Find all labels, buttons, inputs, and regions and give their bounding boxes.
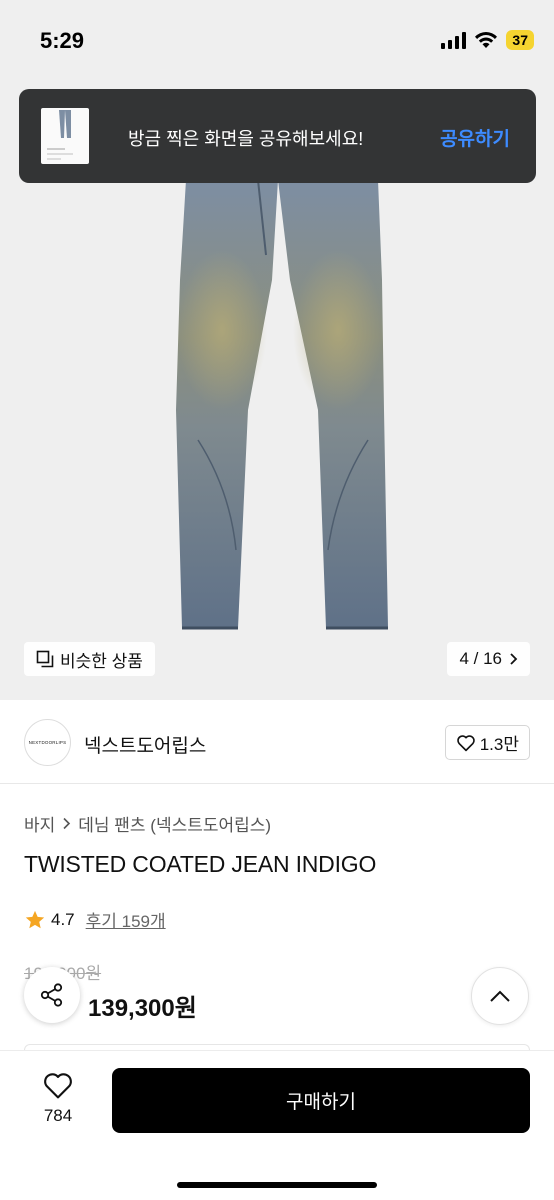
share-toast: 방금 찍은 화면을 공유해보세요! 공유하기 — [19, 89, 536, 183]
status-time: 5:29 — [40, 28, 85, 53]
brand-like-count: 1.3만 — [479, 735, 519, 754]
rating-score: 4.7 — [51, 909, 75, 929]
similar-icon — [36, 650, 54, 668]
wifi-icon — [475, 31, 498, 48]
breadcrumb-subcategory[interactable]: 데님 팬츠 (넥스트도어립스) — [78, 811, 271, 836]
product-title: TWISTED COATED JEAN INDIGO — [24, 851, 377, 877]
share-button[interactable] — [24, 967, 80, 1023]
wishlist-button[interactable]: 784 — [28, 1071, 88, 1126]
reviews-link[interactable]: 후기 159개 — [86, 907, 166, 932]
battery-indicator: 37 — [506, 30, 534, 50]
status-bar: 5:29 37 — [0, 0, 554, 80]
heart-outline-icon — [456, 734, 475, 751]
buy-button[interactable]: 구매하기 — [112, 1068, 530, 1133]
sale-price: 139,300원 — [88, 995, 197, 1022]
similar-products-button[interactable]: 비슷한 상품 — [24, 642, 155, 676]
image-counter[interactable]: 4 / 16 — [447, 642, 530, 676]
brand-logo[interactable]: NEXTDOORLIPS — [24, 719, 71, 766]
chevron-right-icon — [63, 817, 71, 830]
home-indicator — [177, 1182, 377, 1188]
toast-message: 방금 찍은 화면을 공유해보세요! — [128, 129, 364, 149]
wishlist-count: 784 — [43, 1106, 73, 1125]
share-icon — [40, 983, 63, 1007]
rating-row: 4.7 후기 159개 — [24, 907, 166, 932]
breadcrumb: 바지 데님 팬츠 (넥스트도어립스) — [24, 811, 271, 836]
signal-icon — [441, 31, 467, 49]
star-icon — [25, 910, 45, 928]
share-now-button[interactable]: 공유하기 — [440, 124, 510, 151]
heart-outline-icon — [44, 1073, 72, 1099]
similar-products-label: 비슷한 상품 — [60, 651, 143, 671]
status-icons: 37 — [441, 30, 534, 50]
bottom-bar: 784 구매하기 — [0, 1050, 554, 1200]
toast-thumbnail — [41, 108, 89, 164]
brand-like-button[interactable]: 1.3만 — [444, 725, 530, 760]
brand-name[interactable]: 넥스트도어립스 — [84, 731, 206, 758]
chevron-up-icon — [490, 990, 510, 1002]
brand-row[interactable]: NEXTDOORLIPS 넥스트도어립스 1.3만 — [0, 700, 554, 784]
chevron-right-icon — [510, 653, 518, 665]
scroll-top-button[interactable] — [471, 967, 529, 1025]
image-counter-text: 4 / 16 — [459, 649, 502, 668]
breadcrumb-category[interactable]: 바지 — [24, 811, 55, 836]
